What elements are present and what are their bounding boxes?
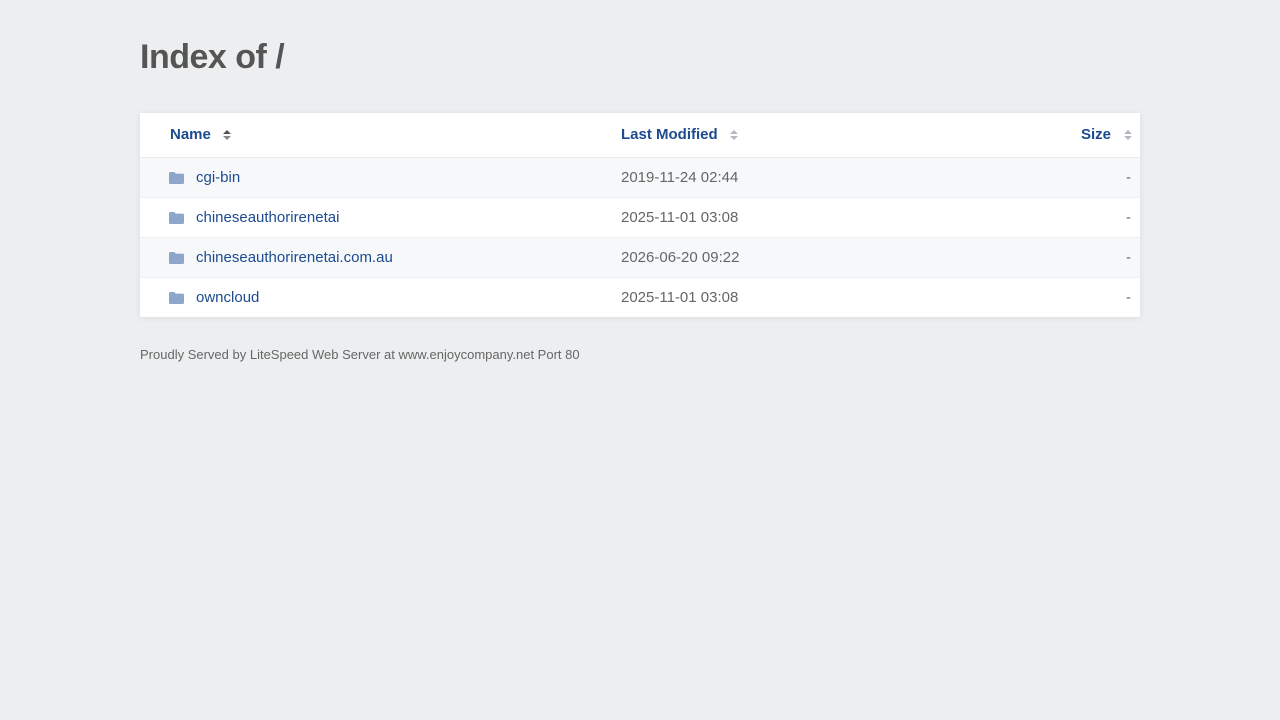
sort-icon [729, 128, 738, 142]
server-footer: Proudly Served by LiteSpeed Web Server a… [140, 347, 580, 362]
table-row: owncloud 2025-11-01 03:08 - [140, 278, 1140, 317]
folder-icon [169, 252, 184, 264]
sort-by-modified-header[interactable]: Last Modified [621, 126, 738, 143]
file-size: - [1126, 249, 1131, 266]
folder-icon [169, 212, 184, 224]
sort-icon [222, 128, 231, 142]
table-header: Name Last Modified Size [140, 113, 1140, 158]
folder-link[interactable]: owncloud [196, 289, 259, 306]
folder-icon [169, 292, 184, 304]
file-size: - [1126, 209, 1131, 226]
file-size: - [1126, 169, 1131, 186]
file-size: - [1126, 289, 1131, 306]
folder-link[interactable]: cgi-bin [196, 169, 240, 186]
table-row: chineseauthorirenetai 2025-11-01 03:08 - [140, 198, 1140, 238]
directory-listing: Name Last Modified Size cgi-bin 2019-11-… [140, 113, 1140, 317]
name-header-label: Name [170, 126, 211, 143]
folder-link[interactable]: chineseauthorirenetai [196, 209, 339, 226]
sort-by-name-header[interactable]: Name [170, 126, 231, 143]
page-title: Index of / [140, 38, 285, 76]
folder-icon [169, 172, 184, 184]
last-modified: 2026-06-20 09:22 [621, 249, 740, 266]
last-modified: 2025-11-01 03:08 [621, 289, 739, 306]
modified-header-label: Last Modified [621, 126, 718, 143]
last-modified: 2019-11-24 02:44 [621, 169, 739, 186]
last-modified: 2025-11-01 03:08 [621, 209, 739, 226]
size-header-label: Size [1080, 126, 1111, 143]
table-row: cgi-bin 2019-11-24 02:44 - [140, 158, 1140, 198]
sort-by-size-header[interactable]: Size [1081, 126, 1132, 143]
sort-icon [1124, 128, 1132, 142]
table-row: chineseauthorirenetai.com.au 2026-06-20 … [140, 238, 1140, 278]
folder-link[interactable]: chineseauthorirenetai.com.au [196, 249, 393, 266]
